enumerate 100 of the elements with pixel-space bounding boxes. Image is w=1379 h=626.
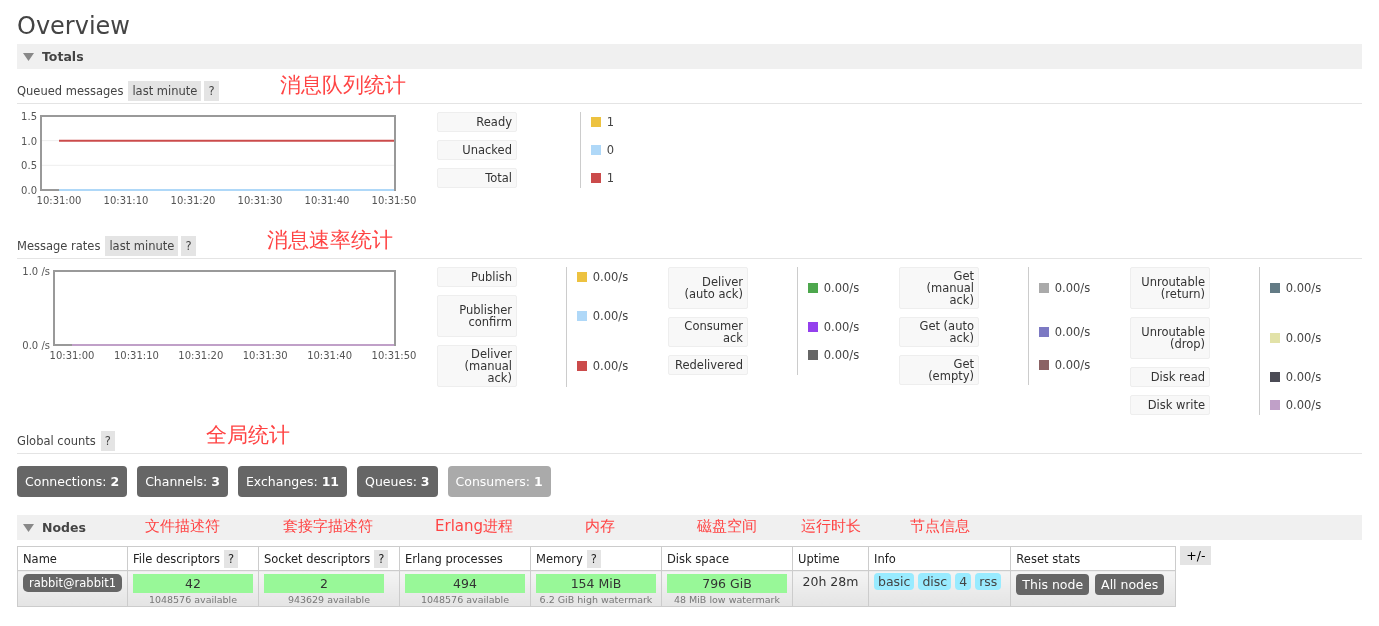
meter-bar: 2 — [264, 574, 384, 593]
node-name[interactable]: rabbit@rabbit1 — [23, 574, 122, 592]
column-header: Reset stats — [1010, 546, 1176, 571]
legend-value: 0.00/s — [823, 320, 860, 334]
legend-value: 0.00/s — [592, 309, 629, 323]
legend-label: Deliver (auto ack) — [668, 267, 748, 309]
x-tick-label: 10:31:50 — [371, 195, 417, 206]
annotation: 运行时长 — [801, 517, 861, 536]
legend-label: Deliver (manual ack) — [437, 345, 517, 387]
info-tag: disc — [918, 573, 952, 590]
legend-value: 0.00/s — [592, 270, 629, 284]
count-button[interactable]: Queues: 3 — [357, 466, 438, 497]
legend-value: 1 — [606, 115, 615, 129]
info-tag: rss — [975, 573, 1002, 590]
meter-note: 6.2 GiB high watermark — [538, 594, 654, 605]
x-tick-label: 10:31:20 — [178, 350, 224, 361]
legend-label: Redelivered — [668, 355, 748, 375]
legend-value: 0 — [606, 143, 615, 157]
column-header: Info — [868, 546, 1011, 571]
columns-toggle[interactable]: +/- — [1180, 546, 1212, 565]
info-tag: basic — [874, 573, 915, 590]
count-button[interactable]: Channels: 3 — [137, 466, 228, 497]
x-tick-label: 10:31:30 — [237, 195, 283, 206]
reset-button[interactable]: This node — [1016, 574, 1090, 595]
range-selector[interactable]: last minute — [128, 81, 202, 101]
collapse-icon[interactable] — [23, 523, 34, 532]
y-tick-label: 0.5 — [21, 160, 37, 172]
legend-value: 0.00/s — [1054, 358, 1091, 372]
x-tick-label: 10:31:30 — [242, 350, 288, 361]
legend-label: Disk write — [1130, 395, 1210, 415]
column-header: Uptime — [792, 546, 869, 571]
legend-label: Unroutable (return) — [1130, 267, 1210, 309]
range-selector[interactable]: last minute — [105, 236, 179, 256]
meter-note: 1048576 available — [147, 594, 239, 605]
x-tick-label: 10:31:20 — [170, 195, 216, 206]
meter-bar: 494 — [405, 574, 525, 593]
legend-value: 0.00/s — [1285, 331, 1322, 345]
help-button[interactable]: ? — [204, 81, 219, 101]
y-tick-label: 1.0 — [21, 135, 37, 147]
help-button[interactable]: ? — [224, 549, 239, 568]
legend-label: Ready — [437, 112, 517, 132]
help-button[interactable]: ? — [586, 549, 601, 568]
legend-label: Get (empty) — [899, 355, 979, 385]
x-tick-label: 10:31:00 — [36, 195, 82, 206]
y-tick-label: 1.5 — [21, 112, 37, 122]
x-tick-label: 10:31:10 — [103, 195, 149, 206]
meter-note: 1048576 available — [419, 594, 511, 605]
count-button[interactable]: Connections: 2 — [17, 466, 128, 497]
y-tick-label: 0.0 — [21, 185, 37, 196]
x-tick-label: 10:31:40 — [307, 350, 353, 361]
legend-label: Unroutable (drop) — [1130, 317, 1210, 359]
legend-value: 0.00/s — [823, 348, 860, 362]
meter-note: 943629 available — [286, 594, 372, 605]
column-header: Name — [17, 546, 128, 571]
uptime-value: 20h 28m — [802, 574, 859, 589]
x-tick-label: 10:31:00 — [49, 350, 95, 361]
legend-value: 0.00/s — [592, 359, 629, 373]
y-tick-label: 0.0 /s — [22, 340, 50, 351]
count-button[interactable]: Exchanges: 11 — [237, 466, 348, 497]
legend-label: Publisher confirm — [437, 295, 517, 337]
collapse-icon[interactable] — [23, 52, 34, 61]
legend-label: Publish — [437, 267, 517, 287]
annotation: 全局统计 — [205, 422, 290, 449]
column-header: Socket descriptors ? — [258, 546, 400, 571]
x-tick-label: 10:31:10 — [113, 350, 159, 361]
legend-value: 0.00/s — [1054, 325, 1091, 339]
x-tick-label: 10:31:40 — [304, 195, 350, 206]
meter-note: 48 MiB low watermark — [672, 594, 782, 605]
legend-label: Get (manual ack) — [899, 267, 979, 309]
legend-label: Consumer ack — [668, 317, 748, 347]
help-button[interactable]: ? — [100, 431, 115, 451]
column-header: Memory ? — [530, 546, 662, 571]
legend-label: Disk read — [1130, 367, 1210, 387]
reset-button[interactable]: All nodes — [1095, 574, 1165, 595]
legend-label: Total — [437, 168, 517, 188]
section-header[interactable]: Nodes 文件描述符 套接字描述符 Erlang进程 内存 磁盘空间 运行时长 节点信息 — [17, 515, 1362, 540]
annotation: 内存 — [585, 517, 615, 536]
column-header: Erlang processes — [399, 546, 531, 571]
legend-value: 0.00/s — [1285, 281, 1322, 295]
annotation: 节点信息 — [910, 517, 970, 536]
annotation: Erlang进程 — [435, 517, 514, 536]
section-header[interactable]: Totals — [17, 44, 1362, 69]
annotation: 消息速率统计 — [266, 227, 393, 254]
y-tick-label: 1.0 /s — [22, 267, 50, 277]
column-header: File descriptors ? — [127, 546, 259, 571]
legend-label: Get (auto ack) — [899, 317, 979, 347]
legend-value: 1 — [606, 171, 615, 185]
legend-value: 0.00/s — [1285, 398, 1322, 412]
meter-bar: 154 MiB — [536, 574, 656, 593]
column-header: Disk space — [661, 546, 793, 571]
help-button[interactable]: ? — [181, 236, 196, 256]
meter-bar: 42 — [133, 574, 253, 593]
annotation: 文件描述符 — [145, 517, 220, 536]
subsection-label: Message rates — [17, 239, 101, 253]
meter-bar: 796 GiB — [667, 574, 787, 593]
help-button[interactable]: ? — [374, 549, 389, 568]
info-tag: 4 — [955, 573, 972, 590]
annotation: 磁盘空间 — [697, 517, 757, 536]
x-tick-label: 10:31:50 — [371, 350, 417, 361]
subsection-label: Global counts — [17, 434, 96, 448]
